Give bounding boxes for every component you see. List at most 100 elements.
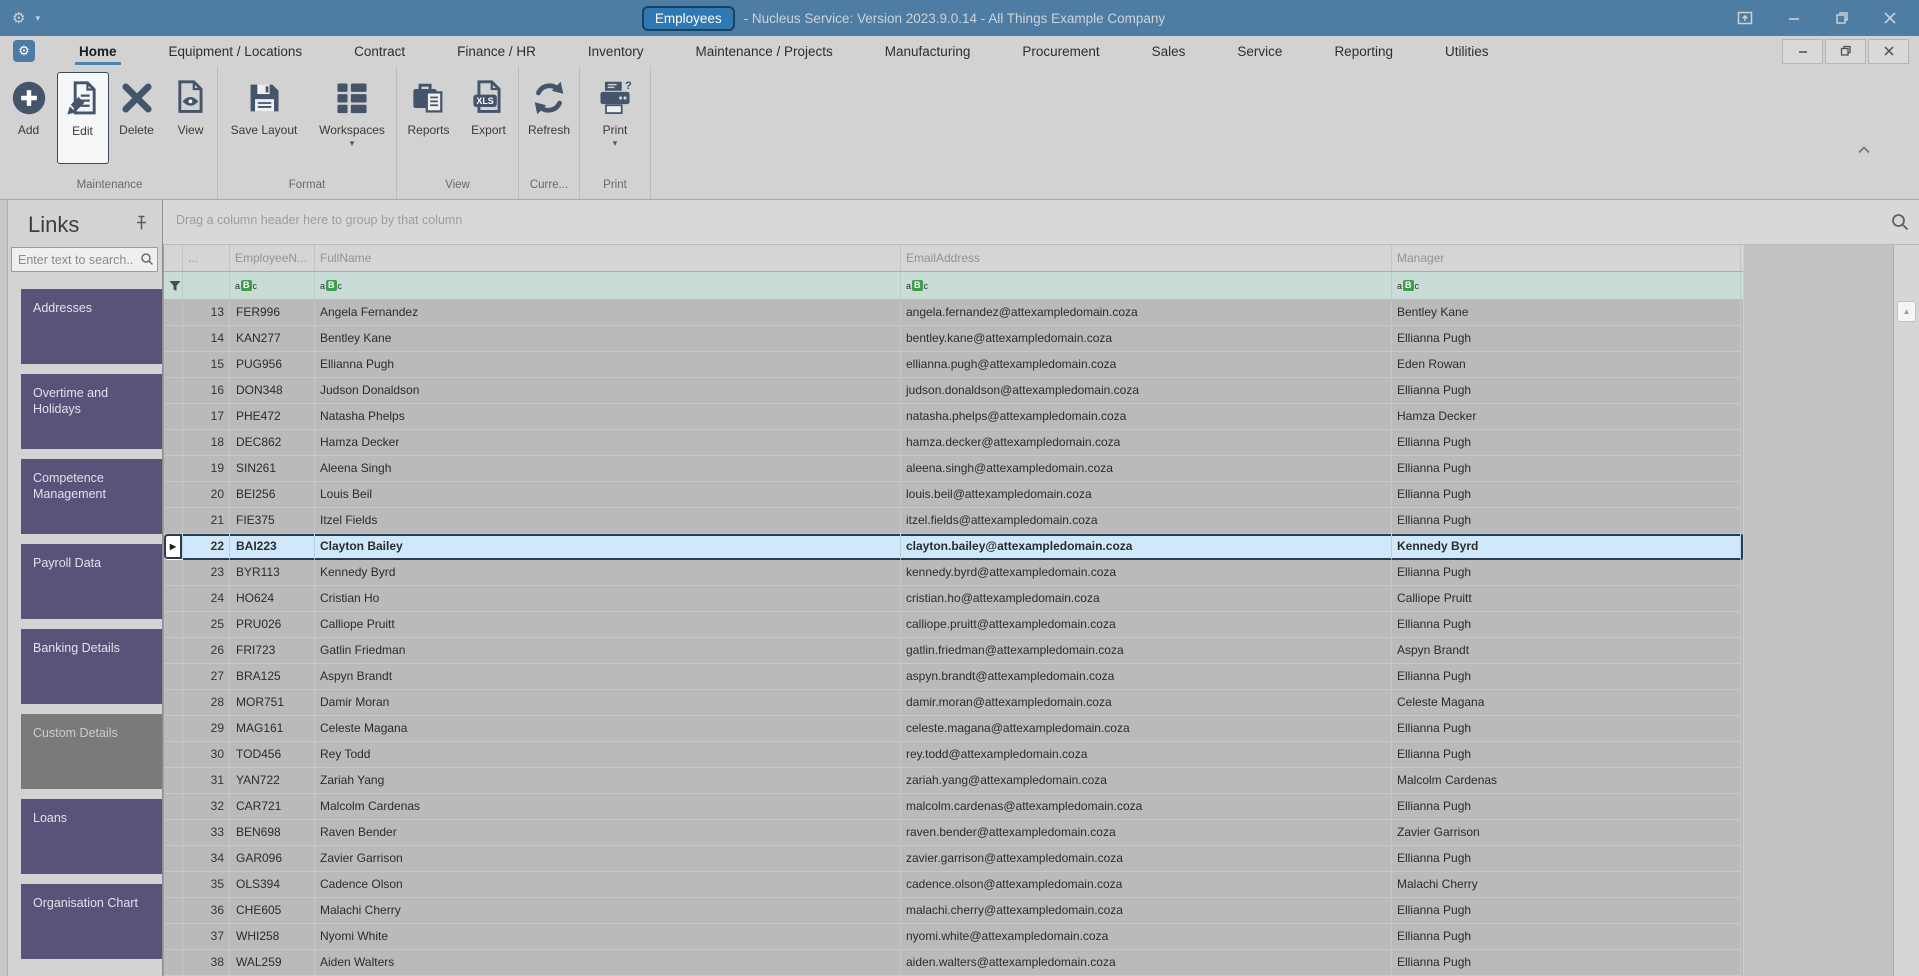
view-button[interactable]: View	[165, 72, 217, 164]
employee-number-cell[interactable]: BAI223	[230, 534, 315, 560]
manager-cell[interactable]: Calliope Pruitt	[1392, 586, 1741, 612]
full-name-cell[interactable]: Hamza Decker	[315, 430, 901, 456]
email-cell[interactable]: rey.todd@attexampledomain.coza	[901, 742, 1392, 768]
manager-cell[interactable]: Ellianna Pugh	[1392, 326, 1741, 352]
grid-row[interactable]: ▶ 38 WAL259 Aiden Walters aiden.walters@…	[164, 950, 1743, 976]
grid-row[interactable]: ▶ 21 FIE375 Itzel Fields itzel.fields@at…	[164, 508, 1743, 534]
email-cell[interactable]: raven.bender@attexampledomain.coza	[901, 820, 1392, 846]
email-cell[interactable]: ellianna.pugh@attexampledomain.coza	[901, 352, 1392, 378]
employee-number-cell[interactable]: PUG956	[230, 352, 315, 378]
manager-cell[interactable]: Ellianna Pugh	[1392, 560, 1741, 586]
employee-number-cell[interactable]: BRA125	[230, 664, 315, 690]
links-item[interactable]: Addresses	[21, 289, 162, 364]
row-indicator-cell[interactable]: ▶	[164, 794, 183, 820]
print-button[interactable]: ? Print ▾	[583, 72, 647, 164]
grid-row[interactable]: ▶ 29 MAG161 Celeste Magana celeste.magan…	[164, 716, 1743, 742]
manager-cell[interactable]: Ellianna Pugh	[1392, 924, 1741, 950]
search-magnifier-icon[interactable]	[140, 252, 154, 271]
email-cell[interactable]: cadence.olson@attexampledomain.coza	[901, 872, 1392, 898]
employee-number-cell[interactable]: BEI256	[230, 482, 315, 508]
float-window-icon[interactable]	[1737, 10, 1753, 26]
restore-window-icon[interactable]	[1835, 11, 1849, 25]
app-menu-button[interactable]: ⚙	[13, 40, 35, 62]
row-indicator-cell[interactable]: ▶	[164, 482, 183, 508]
grid-row[interactable]: ▶ 33 BEN698 Raven Bender raven.bender@at…	[164, 820, 1743, 846]
grid-row[interactable]: ▶ 18 DEC862 Hamza Decker hamza.decker@at…	[164, 430, 1743, 456]
close-window-icon[interactable]	[1883, 11, 1897, 25]
links-item[interactable]: Competence Management	[21, 459, 162, 534]
row-indicator-cell[interactable]: ▶	[164, 716, 183, 742]
full-name-cell[interactable]: Cristian Ho	[315, 586, 901, 612]
email-cell[interactable]: damir.moran@attexampledomain.coza	[901, 690, 1392, 716]
email-cell[interactable]: nyomi.white@attexampledomain.coza	[901, 924, 1392, 950]
email-cell[interactable]: malachi.cherry@attexampledomain.coza	[901, 898, 1392, 924]
full-name-cell[interactable]: Malachi Cherry	[315, 898, 901, 924]
delete-button[interactable]: Delete	[111, 72, 163, 164]
row-indicator-cell[interactable]: ▶	[164, 326, 183, 352]
minimize-window-icon[interactable]	[1787, 11, 1801, 25]
grid-row[interactable]: ▶ 24 HO624 Cristian Ho cristian.ho@attex…	[164, 586, 1743, 612]
full-name-cell[interactable]: Kennedy Byrd	[315, 560, 901, 586]
manager-cell[interactable]: Hamza Decker	[1392, 404, 1741, 430]
row-indicator-cell[interactable]: ▶	[164, 508, 183, 534]
row-indicator-cell[interactable]: ▶	[164, 404, 183, 430]
manager-cell[interactable]: Kennedy Byrd	[1392, 534, 1741, 560]
employee-number-cell[interactable]: OLS394	[230, 872, 315, 898]
group-by-bar[interactable]: Drag a column header here to group by th…	[163, 200, 1919, 245]
ribbon-tab[interactable]: Maintenance / Projects	[669, 36, 858, 66]
ribbon-tab[interactable]: Reporting	[1308, 36, 1419, 66]
manager-cell[interactable]: Malachi Cherry	[1392, 872, 1741, 898]
manager-cell[interactable]: Ellianna Pugh	[1392, 482, 1741, 508]
employee-number-cell[interactable]: BEN698	[230, 820, 315, 846]
employee-number-cell[interactable]: FRI723	[230, 638, 315, 664]
ribbon-tab[interactable]: Equipment / Locations	[143, 36, 329, 66]
row-indicator-cell[interactable]: ▶	[164, 612, 183, 638]
email-cell[interactable]: angela.fernandez@attexampledomain.coza	[901, 300, 1392, 326]
full-name-cell[interactable]: Zariah Yang	[315, 768, 901, 794]
filter-cell-employee-number[interactable]: aBc	[230, 272, 315, 299]
full-name-cell[interactable]: Aiden Walters	[315, 950, 901, 976]
full-name-cell[interactable]: Gatlin Friedman	[315, 638, 901, 664]
grid-row[interactable]: ▶ 25 PRU026 Calliope Pruitt calliope.pru…	[164, 612, 1743, 638]
email-cell[interactable]: judson.donaldson@attexampledomain.coza	[901, 378, 1392, 404]
employee-number-cell[interactable]: TOD456	[230, 742, 315, 768]
full-name-cell[interactable]: Damir Moran	[315, 690, 901, 716]
email-cell[interactable]: bentley.kane@attexampledomain.coza	[901, 326, 1392, 352]
full-name-cell[interactable]: Itzel Fields	[315, 508, 901, 534]
grid-row[interactable]: ▶ 31 YAN722 Zariah Yang zariah.yang@atte…	[164, 768, 1743, 794]
grid-row[interactable]: ▶ 16 DON348 Judson Donaldson judson.dona…	[164, 378, 1743, 404]
links-item[interactable]: Overtime and Holidays	[21, 374, 162, 449]
full-name-cell[interactable]: Bentley Kane	[315, 326, 901, 352]
employee-number-cell[interactable]: MOR751	[230, 690, 315, 716]
row-indicator-cell[interactable]: ▶	[164, 300, 183, 326]
row-indicator-cell[interactable]: ▶	[164, 664, 183, 690]
manager-cell[interactable]: Ellianna Pugh	[1392, 898, 1741, 924]
manager-cell[interactable]: Aspyn Brandt	[1392, 638, 1741, 664]
ribbon-tab[interactable]: Utilities	[1419, 36, 1515, 66]
row-indicator-cell[interactable]: ▶	[164, 378, 183, 404]
links-item[interactable]: Loans	[21, 799, 162, 874]
grid-row[interactable]: ▶ 36 CHE605 Malachi Cherry malachi.cherr…	[164, 898, 1743, 924]
email-cell[interactable]: gatlin.friedman@attexampledomain.coza	[901, 638, 1392, 664]
email-cell[interactable]: aiden.walters@attexampledomain.coza	[901, 950, 1392, 976]
email-cell[interactable]: itzel.fields@attexampledomain.coza	[901, 508, 1392, 534]
manager-cell[interactable]: Malcolm Cardenas	[1392, 768, 1741, 794]
save-layout-button[interactable]: Save Layout	[220, 72, 308, 164]
doc-close-icon[interactable]	[1868, 38, 1909, 64]
full-name-cell[interactable]: Nyomi White	[315, 924, 901, 950]
full-name-cell[interactable]: Judson Donaldson	[315, 378, 901, 404]
employee-number-cell[interactable]: YAN722	[230, 768, 315, 794]
employee-number-cell[interactable]: KAN277	[230, 326, 315, 352]
row-indicator-cell[interactable]: ▶	[164, 846, 183, 872]
email-cell[interactable]: celeste.magana@attexampledomain.coza	[901, 716, 1392, 742]
links-item[interactable]: Organisation Chart	[21, 884, 162, 959]
grid-row[interactable]: ▶ 23 BYR113 Kennedy Byrd kennedy.byrd@at…	[164, 560, 1743, 586]
manager-cell[interactable]: Bentley Kane	[1392, 300, 1741, 326]
ribbon-tab[interactable]: Contract	[328, 36, 431, 66]
full-name-cell[interactable]: Malcolm Cardenas	[315, 794, 901, 820]
full-name-cell[interactable]: Rey Todd	[315, 742, 901, 768]
filter-cell-row-number[interactable]	[183, 272, 230, 299]
employee-number-cell[interactable]: BYR113	[230, 560, 315, 586]
grid-row[interactable]: ▶ 20 BEI256 Louis Beil louis.beil@attexa…	[164, 482, 1743, 508]
filter-cell-full-name[interactable]: aBc	[315, 272, 901, 299]
